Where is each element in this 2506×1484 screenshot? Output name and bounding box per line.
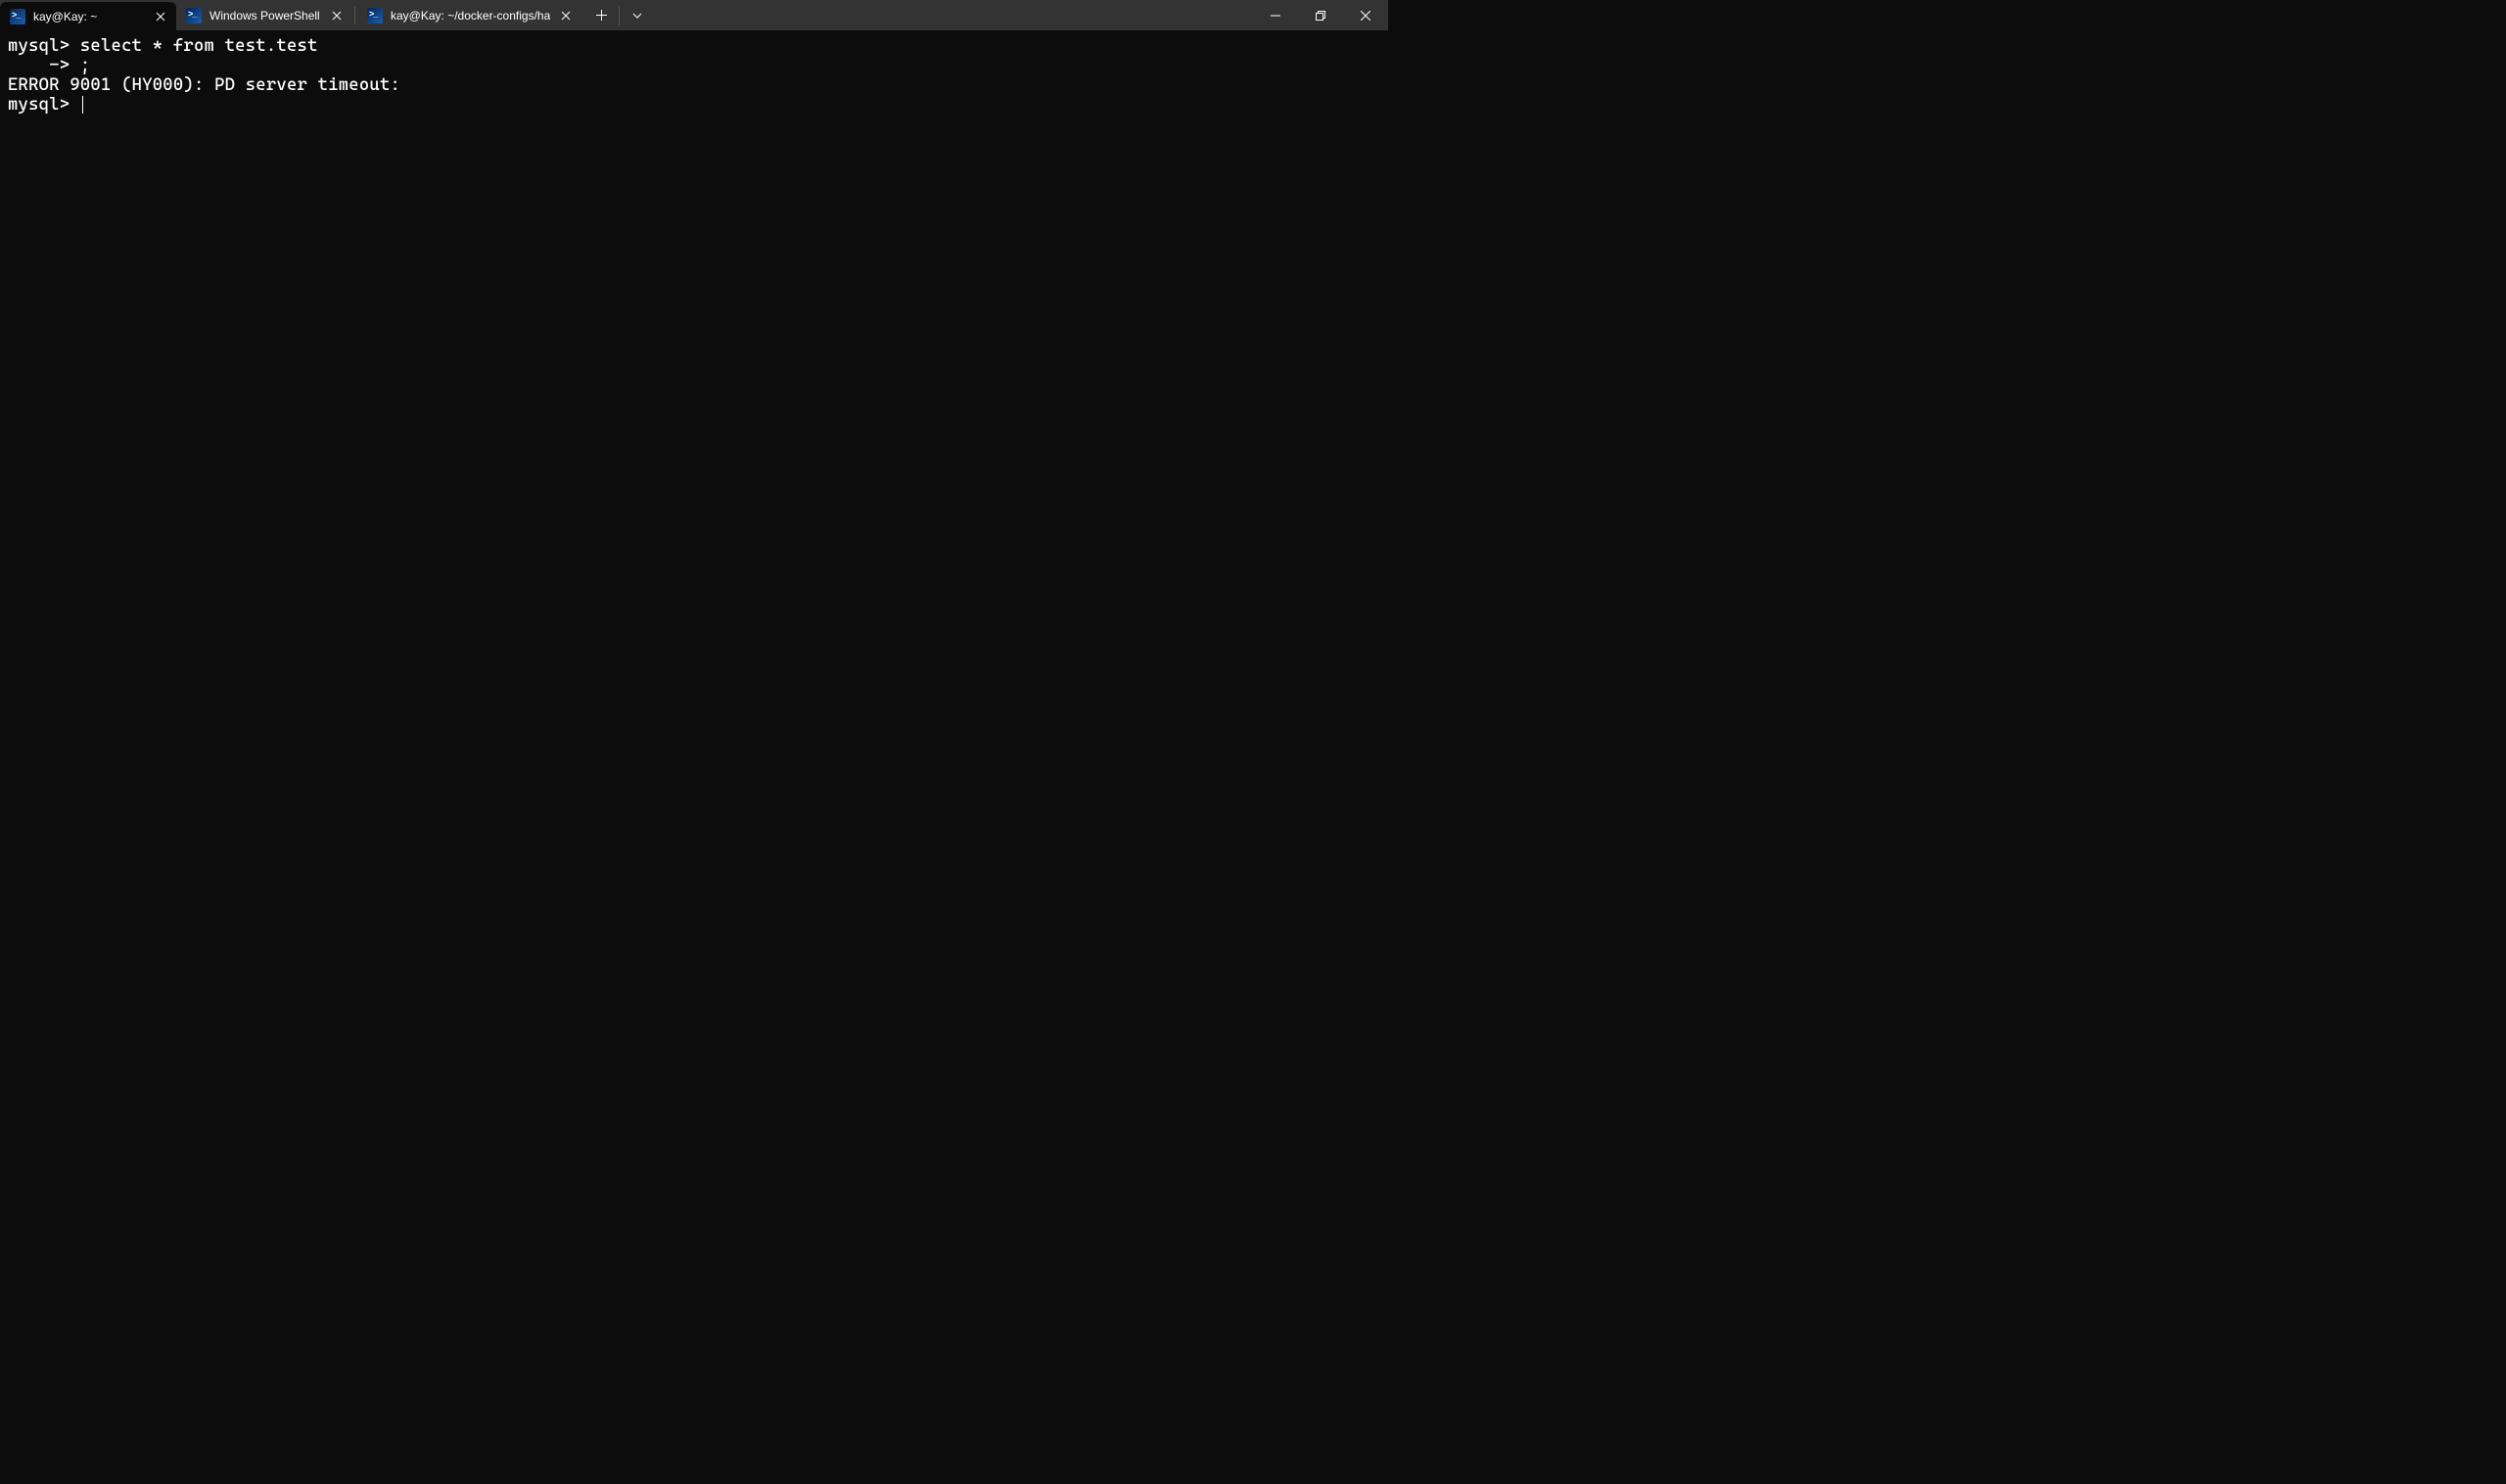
action-separator xyxy=(619,6,620,25)
terminal-line: ERROR 9001 (HY000): PD server timeout: xyxy=(8,75,400,95)
tab-title: kay@Kay: ~/docker-configs/ha xyxy=(391,9,550,23)
terminal-output[interactable]: mysql> select * from test.test -> ; ERRO… xyxy=(0,30,1388,121)
tab-1[interactable]: kay@Kay: ~ xyxy=(0,2,176,30)
powershell-icon xyxy=(186,8,202,23)
tab-2[interactable]: Windows PowerShell xyxy=(176,0,352,30)
cursor xyxy=(82,96,83,114)
tab-title: kay@Kay: ~ xyxy=(33,10,145,23)
minimize-button[interactable] xyxy=(1253,0,1298,30)
terminal-line: -> ; xyxy=(8,56,90,75)
tabs-container: kay@Kay: ~ Windows PowerShell kay@Kay: ~… xyxy=(0,0,1253,30)
powershell-icon xyxy=(367,8,383,23)
terminal-line: mysql> select * from test.test xyxy=(8,36,318,56)
maximize-button[interactable] xyxy=(1298,0,1343,30)
terminal-prompt: mysql> xyxy=(8,95,80,115)
powershell-icon xyxy=(10,9,25,24)
dropdown-button[interactable] xyxy=(622,2,653,29)
close-icon[interactable] xyxy=(329,8,345,23)
tab-title: Windows PowerShell xyxy=(209,9,321,23)
new-tab-button[interactable] xyxy=(585,2,617,29)
window-close-button[interactable] xyxy=(1343,0,1388,30)
tab-separator xyxy=(354,7,355,24)
tab-actions xyxy=(581,0,657,30)
tab-3[interactable]: kay@Kay: ~/docker-configs/ha xyxy=(357,0,581,30)
titlebar: kay@Kay: ~ Windows PowerShell kay@Kay: ~… xyxy=(0,0,1388,30)
window-controls xyxy=(1253,0,1388,30)
close-icon[interactable] xyxy=(558,8,574,23)
close-icon[interactable] xyxy=(153,9,168,24)
